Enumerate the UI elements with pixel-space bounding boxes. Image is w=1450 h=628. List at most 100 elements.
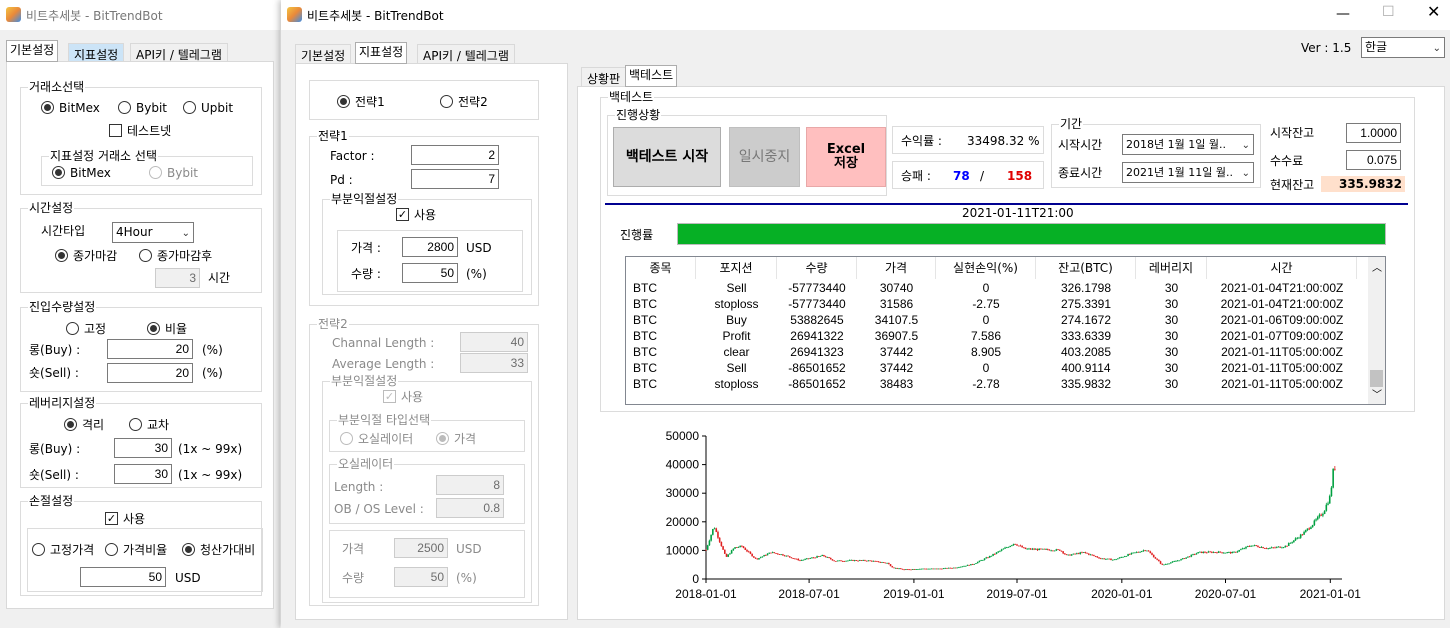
partial-use-checkbox[interactable]: ✓: [396, 208, 409, 221]
backtest-start-button[interactable]: 백테스트 시작: [613, 127, 721, 187]
start-date-picker[interactable]: 2018년 1월 1일 월.. ⌄: [1122, 134, 1254, 155]
tab-indicator[interactable]: 지표설정: [355, 42, 408, 64]
tab-basic[interactable]: 기본설정: [295, 44, 352, 64]
testnet-checkbox[interactable]: [109, 124, 122, 137]
language-select[interactable]: 한글 ⌄: [1361, 37, 1445, 58]
candle-body: [1053, 550, 1056, 552]
col-header[interactable]: 가격: [857, 257, 936, 279]
back-title-bar[interactable]: 비트추세봇 - BitTrendBot: [0, 0, 280, 30]
radio-bybit[interactable]: [118, 101, 131, 114]
time-type-select[interactable]: 4Hour ⌄: [112, 222, 194, 243]
back-tab-indicator[interactable]: 지표설정: [68, 43, 125, 63]
minimize-icon[interactable]: —: [1336, 7, 1350, 21]
col-header[interactable]: 수량: [777, 257, 857, 279]
candle-body: [790, 557, 793, 559]
maximize-icon[interactable]: ☐: [1382, 5, 1395, 19]
radio-ind-bitmex[interactable]: [52, 166, 65, 179]
candle-body: [763, 555, 765, 557]
factor-input[interactable]: 2: [411, 145, 499, 165]
scroll-thumb[interactable]: [1370, 370, 1383, 387]
candle-body: [879, 562, 882, 563]
table-row[interactable]: BTC Sell -57773440 30740 0 326.1798 30 2021-01-…: [626, 280, 1366, 296]
chevron-up-icon[interactable]: ︿: [1372, 259, 1382, 274]
candle-body: [775, 553, 777, 554]
radio-fixed-price[interactable]: [32, 543, 45, 556]
radio-liq-ratio[interactable]: [182, 543, 195, 556]
table-row[interactable]: BTC clear 26941323 37442 8.905 403.2085 30 2021…: [626, 344, 1366, 360]
radio-strategy2[interactable]: [440, 95, 453, 108]
radio-ratio[interactable]: [147, 322, 160, 335]
table-row[interactable]: BTC Profit 26941322 36907.5 7.586 333.6339 30 2…: [626, 328, 1366, 344]
radio-strategy2-label: 전략2: [458, 95, 488, 109]
table-cell: 31586: [879, 297, 914, 311]
radio-after-close[interactable]: [139, 249, 152, 262]
radio-price-ratio[interactable]: [105, 543, 118, 556]
start-balance-input[interactable]: 1.0000: [1346, 123, 1401, 143]
pause-button[interactable]: 일시중지: [729, 127, 800, 187]
table-row[interactable]: BTC stoploss -86501652 38483 -2.78 335.9832 30…: [626, 376, 1366, 392]
entry-long-input[interactable]: 20: [107, 339, 193, 359]
front-title-bar[interactable]: 비트추세봇 - BitTrendBot — ☐ ✕: [281, 0, 1450, 30]
partial-qty-input[interactable]: 50: [402, 263, 458, 283]
leverage-short-input[interactable]: 30: [114, 464, 172, 484]
hours-input[interactable]: 3: [155, 268, 200, 288]
candle-body: [1305, 530, 1307, 532]
radio-s2-osc[interactable]: [340, 432, 353, 445]
entry-short-input[interactable]: 20: [107, 363, 193, 383]
tab-backtest[interactable]: 백테스트: [625, 65, 678, 87]
table-scrollbar[interactable]: ︿ ﹀: [1368, 257, 1385, 404]
table-row[interactable]: BTC Buy 53882645 34107.5 0 274.1672 30 2021-01-…: [626, 312, 1366, 328]
radio-bitmex[interactable]: [41, 101, 54, 114]
radio-upbit[interactable]: [183, 101, 196, 114]
candle-body: [840, 560, 842, 562]
return-value: 33498.32 %: [967, 134, 1040, 148]
col-header[interactable]: 포지션: [696, 257, 777, 279]
candle-body: [1137, 551, 1140, 553]
s2-qty-input[interactable]: 50: [394, 567, 448, 587]
table-cell: 2021-01-04T21:00:00Z: [1220, 281, 1344, 295]
candle-body: [898, 568, 900, 570]
s2-use-checkbox[interactable]: ✓: [383, 390, 396, 403]
average-input[interactable]: 33: [460, 353, 528, 373]
radio-cross[interactable]: [129, 418, 142, 431]
radio-strategy1[interactable]: [337, 95, 350, 108]
radio-isolated[interactable]: [64, 418, 77, 431]
fee-input[interactable]: 0.075: [1346, 150, 1401, 170]
candle-body: [891, 566, 894, 568]
col-header[interactable]: 레버리지: [1136, 257, 1207, 279]
candle-body: [706, 545, 709, 550]
s2-obos-input[interactable]: 0.8: [436, 498, 504, 518]
trade-table[interactable]: 종목 포지션 수량 가격 실현손익(%) 잔고(BTC) 레버리지 시간 BTC…: [625, 256, 1386, 405]
channel-input[interactable]: 40: [460, 332, 528, 352]
candle-body: [737, 547, 740, 548]
col-header[interactable]: 잔고(BTC): [1036, 257, 1136, 279]
candle-body: [941, 568, 943, 570]
tab-api[interactable]: API키 / 텔레그램: [417, 44, 515, 64]
excel-save-button[interactable]: Excel 저장: [806, 127, 886, 187]
stoploss-use-checkbox[interactable]: ✓: [105, 512, 118, 525]
s2-price-input[interactable]: 2500: [394, 538, 448, 558]
col-header[interactable]: 실현손익(%): [936, 257, 1036, 279]
pd-input[interactable]: 7: [411, 169, 499, 189]
back-tab-basic[interactable]: 기본설정: [6, 40, 59, 62]
radio-fixed[interactable]: [66, 322, 79, 335]
table-row[interactable]: BTC Sell -86501652 37442 0 400.9114 30 2021-01-…: [626, 360, 1366, 376]
radio-s2-price[interactable]: [436, 432, 449, 445]
table-row[interactable]: BTC stoploss -57773440 31586 -2.75 275.3391 30…: [626, 296, 1366, 312]
back-tab-api[interactable]: API키 / 텔레그램: [130, 43, 228, 63]
partial-price-input[interactable]: 2800: [402, 237, 458, 257]
radio-close[interactable]: [55, 249, 68, 262]
leverage-long-input[interactable]: 30: [114, 438, 172, 458]
candle-body: [1147, 550, 1150, 552]
col-header[interactable]: 종목: [626, 257, 696, 279]
stoploss-input[interactable]: 50: [80, 567, 166, 587]
end-date-picker[interactable]: 2021년 1월 11일 월.. ⌄: [1122, 162, 1254, 183]
radio-ind-bybit[interactable]: [149, 166, 162, 179]
col-header[interactable]: 시간: [1207, 257, 1357, 279]
tab-dashboard[interactable]: 상황판: [581, 67, 627, 87]
candle-body: [1212, 552, 1215, 553]
candle-body: [985, 557, 988, 559]
chevron-down-icon[interactable]: ﹀: [1372, 386, 1382, 401]
s2-length-input[interactable]: 8: [436, 475, 504, 495]
close-icon[interactable]: ✕: [1427, 4, 1440, 20]
